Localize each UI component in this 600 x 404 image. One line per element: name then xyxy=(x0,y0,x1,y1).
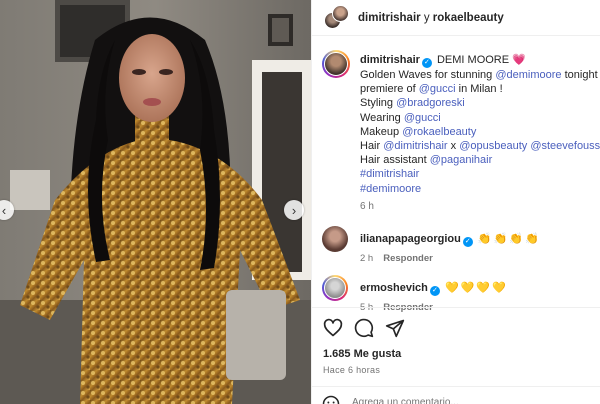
add-comment-bar xyxy=(312,386,600,404)
mention-link[interactable]: @bradgoreski xyxy=(396,97,465,109)
likes-count[interactable]: 1.685 Me gusta xyxy=(323,348,401,360)
comment-meta: 2 h Responder xyxy=(360,253,433,264)
comment-username[interactable]: ilianapapageorgiou xyxy=(360,233,461,245)
verified-icon: ✓ xyxy=(462,237,473,247)
heart-outline-icon[interactable] xyxy=(323,318,343,338)
comment-emojis: 💛💛💛💛 xyxy=(444,282,508,294)
reply-button[interactable]: Responder xyxy=(383,253,433,264)
action-bar xyxy=(312,307,600,349)
hashtag-link[interactable]: #demimoore xyxy=(360,183,421,195)
verified-icon: ✓ xyxy=(429,286,440,296)
add-comment-input[interactable] xyxy=(352,397,552,404)
caption-text: Makeup xyxy=(360,125,403,138)
mention-link[interactable]: @opusbeauty xyxy=(459,140,527,152)
collab-title: dimitrishair y rokaelbeauty xyxy=(358,12,504,24)
caption-time[interactable]: 6 h xyxy=(360,200,600,214)
paper-plane-icon[interactable] xyxy=(385,318,405,338)
caption-text: premiere of xyxy=(360,83,419,96)
comment-emojis: 👏👏👏👏 xyxy=(477,233,541,245)
header-user-b[interactable]: rokaelbeauty xyxy=(433,12,504,24)
caption-title: DEMI MOORE xyxy=(436,54,510,66)
post-header: dimitrishair y rokaelbeauty xyxy=(312,0,600,36)
avatar[interactable] xyxy=(322,226,348,252)
caption-avatar[interactable] xyxy=(322,50,350,78)
chevron-right-icon: › xyxy=(291,202,297,218)
post-media[interactable]: ‹ › xyxy=(0,0,311,404)
caption-body: dimitrishair ✓ DEMI MOORE 💗 Golden Waves … xyxy=(360,53,600,214)
comment-text: ilianapapageorgiou ✓ 👏👏👏👏 xyxy=(360,232,541,247)
caption-text: Wearing xyxy=(360,111,404,124)
mention-link[interactable]: @gucci xyxy=(404,112,441,124)
comment-time[interactable]: 2 h xyxy=(360,253,373,264)
collab-avatars[interactable] xyxy=(324,4,350,31)
caption-text: in Milan ! xyxy=(455,83,503,96)
header-user-a[interactable]: dimitrishair xyxy=(358,12,421,24)
post-age: Hace 6 horas xyxy=(323,365,381,375)
next-photo-button[interactable]: › xyxy=(284,200,304,220)
mention-link[interactable]: @gucci xyxy=(419,83,456,95)
comment-username[interactable]: ermoshevich xyxy=(360,282,428,294)
heart-emoji: 💗 xyxy=(512,54,526,66)
comment-text: ermoshevich ✓ 💛💛💛💛 xyxy=(360,281,508,296)
caption-text: x xyxy=(447,140,460,153)
comment-item: ilianapapageorgiou ✓ 👏👏👏👏 2 h Responder xyxy=(322,226,600,266)
avatar xyxy=(332,4,349,22)
post-details-panel: dimitrishair y rokaelbeauty dimitrishair… xyxy=(311,0,600,404)
mention-link[interactable]: @demimoore xyxy=(495,69,561,81)
caption-text: Hair xyxy=(360,140,384,153)
mention-link[interactable]: @steevefoussar xyxy=(530,140,600,152)
mention-link[interactable]: @paganihair xyxy=(430,154,493,166)
hashtag-link[interactable]: #dimitrishair xyxy=(360,168,419,180)
avatar[interactable] xyxy=(322,275,348,301)
mention-link[interactable]: @dimitrishair xyxy=(383,140,447,152)
post-photo xyxy=(0,0,311,404)
comment-bubble-icon[interactable] xyxy=(354,318,374,338)
caption-text: tonight a xyxy=(564,69,600,81)
mention-link[interactable]: @rokaelbeauty xyxy=(402,126,476,138)
verified-icon: ✓ xyxy=(421,58,432,68)
caption-text: Hair assistant xyxy=(360,154,430,167)
header-separator: y xyxy=(423,11,430,24)
caption-text: Styling xyxy=(360,97,397,110)
caption-text: Golden Waves for stunning xyxy=(360,69,496,81)
chevron-left-icon: ‹ xyxy=(1,202,7,218)
caption-username[interactable]: dimitrishair xyxy=(360,54,420,66)
smiley-icon[interactable] xyxy=(322,395,340,404)
